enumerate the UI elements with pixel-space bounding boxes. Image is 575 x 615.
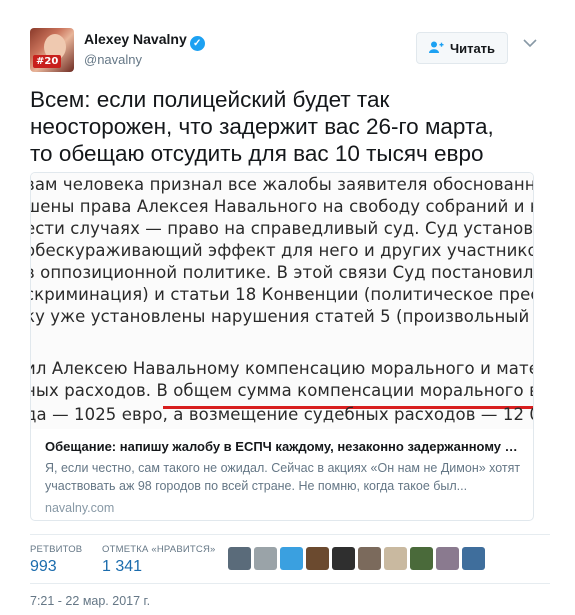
liker-avatar[interactable]: [254, 547, 277, 570]
avatar[interactable]: #20: [30, 28, 74, 72]
likes-stat[interactable]: ОТМЕТКА «НРАВИТСЯ» 1 341: [102, 544, 216, 576]
liker-avatar[interactable]: [306, 547, 329, 570]
liker-avatar[interactable]: [228, 547, 251, 570]
liker-avatar[interactable]: [280, 547, 303, 570]
liker-avatar[interactable]: [384, 547, 407, 570]
tweet-text: Всем: если полицейский будет так неостор…: [30, 86, 550, 167]
tweet-line: Всем: если полицейский будет так: [30, 87, 390, 112]
retweets-count: 993: [30, 558, 57, 575]
user-name-text: Alexey Navalny: [84, 31, 187, 47]
liker-avatar[interactable]: [332, 547, 355, 570]
card-domain: navalny.com: [45, 501, 115, 515]
user-handle[interactable]: @navalny: [84, 52, 142, 67]
card-title: Обещание: напишу жалобу в ЕСПЧ каждому, …: [45, 439, 521, 454]
likes-label: ОТМЕТКА «НРАВИТСЯ»: [102, 544, 216, 555]
retweets-label: РЕТВИТОВ: [30, 544, 83, 555]
follow-button[interactable]: Читать: [416, 32, 508, 64]
add-user-icon: [428, 40, 444, 56]
card-image-line: скриминация) и статьи 18 Конвенции (поли…: [31, 285, 534, 304]
chevron-down-icon[interactable]: [523, 38, 537, 52]
card-image-line: обескураживающий эффект для него и други…: [31, 241, 534, 260]
tweet-line: неосторожен, что задержит вас 26-го март…: [30, 114, 494, 139]
tweet-stats: РЕТВИТОВ 993 ОТМЕТКА «НРАВИТСЯ» 1 341: [30, 534, 550, 584]
card-image-line: вам человека признал все жалобы заявител…: [31, 175, 534, 194]
likes-count: 1 341: [102, 558, 143, 575]
liker-avatar[interactable]: [410, 547, 433, 570]
tweet-line: то обещаю отсудить для вас 10 тысяч евро: [30, 141, 484, 166]
retweets-stat[interactable]: РЕТВИТОВ 993: [30, 544, 82, 576]
card-image-line: ести случаях — право на справедливый суд…: [31, 219, 534, 238]
follow-button-label: Читать: [449, 40, 496, 56]
user-name[interactable]: Alexey Navalny ✓: [84, 31, 205, 51]
verified-icon: ✓: [189, 36, 205, 51]
card-image[interactable]: вам человека признал все жалобы заявител…: [31, 173, 534, 429]
card-description: Я, если честно, сам такого не ожидал. Се…: [45, 461, 521, 493]
card-image-line: ку уже установлены нарушения статей 5 (п…: [31, 307, 534, 326]
card-image-line: шены права Алексея Навального на свободу…: [31, 197, 534, 216]
card-image-line: ных расходов. В общем сумма компенсации …: [31, 381, 534, 400]
card-body: Обещание: напишу жалобу в ЕСПЧ каждому, …: [31, 429, 533, 520]
card-image-line: в оппозиционной политике. В этой связи С…: [31, 263, 534, 282]
link-card[interactable]: вам человека признал все жалобы заявител…: [30, 172, 534, 521]
card-image-line: да — 1025 евро, а возмещение судебных ра…: [31, 405, 534, 424]
liker-avatar[interactable]: [436, 547, 459, 570]
liker-avatar[interactable]: [462, 547, 485, 570]
avatar-badge: #20: [33, 55, 62, 68]
liker-avatar[interactable]: [358, 547, 381, 570]
card-image-line: ил Алексею Навальному компенсацию мораль…: [31, 359, 534, 378]
timestamp[interactable]: 7:21 - 22 мар. 2017 г.: [30, 594, 150, 608]
